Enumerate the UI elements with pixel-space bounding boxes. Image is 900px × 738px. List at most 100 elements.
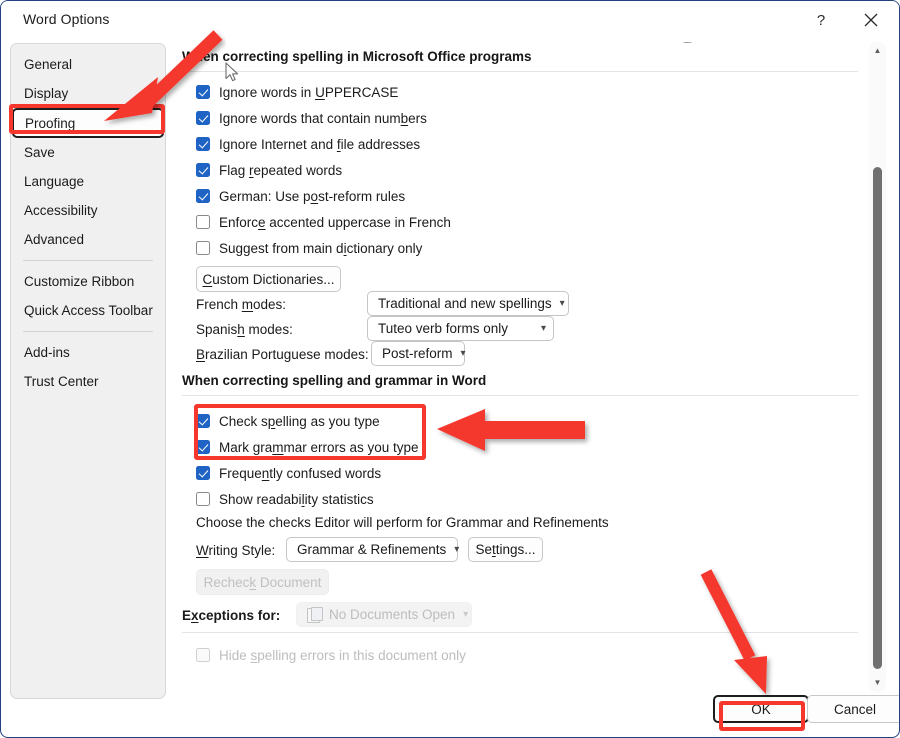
sidebar-item-label: Proofing — [25, 115, 76, 131]
sidebar-item-label: Save — [24, 145, 55, 160]
office-section-heading: When correcting spelling in Microsoft Of… — [182, 49, 532, 64]
sidebar-item-label: Customize Ribbon — [24, 274, 135, 289]
checkbox-indicator[interactable] — [196, 466, 210, 480]
sidebar-item-save[interactable]: Save — [11, 138, 165, 167]
sidebar-item-label: Trust Center — [24, 374, 99, 389]
checkbox-indicator[interactable] — [196, 215, 210, 229]
checkbox-label: Ignore words in UPPERCASE — [219, 84, 399, 100]
editor-checks-description: Choose the checks Editor will perform fo… — [196, 515, 609, 530]
checkbox-label: Mark grammar errors as you type — [219, 439, 419, 455]
sidebar-item-label: Add-ins — [24, 345, 70, 360]
checkbox-indicator[interactable] — [196, 492, 210, 506]
checkbox-hide-grammar-errors[interactable]: Hide grammar errors in this document onl… — [196, 671, 474, 673]
checkbox-indicator[interactable] — [196, 137, 210, 151]
checkbox-ignore-internet-addresses[interactable]: Ignore Internet and file addresses — [196, 134, 420, 154]
button-label: Cancel — [833, 701, 877, 717]
sidebar-item-label: Quick Access Toolbar — [24, 303, 153, 318]
checkbox-show-readability-statistics[interactable]: Show readability statistics — [196, 489, 374, 509]
page-title: Word Options — [23, 11, 110, 27]
checkbox-label: Suggest from main dictionary only — [219, 240, 423, 256]
sidebar-item-label: Language — [24, 174, 85, 189]
section-divider — [182, 71, 858, 72]
title-bar: Word Options ? — [1, 1, 899, 37]
help-button[interactable]: ? — [803, 5, 839, 35]
close-icon — [864, 13, 878, 27]
sidebar-item-proofing[interactable]: Proofing — [12, 108, 164, 138]
sidebar-item-trust-center[interactable]: Trust Center — [11, 367, 165, 396]
exceptions-for-label: Exceptions for: — [182, 608, 281, 623]
section-divider — [182, 632, 858, 633]
french-modes-label: French modes: — [196, 297, 287, 312]
checkbox-indicator[interactable] — [196, 648, 210, 662]
sidebar-item-customize-ribbon[interactable]: Customize Ribbon — [11, 267, 165, 296]
sidebar-item-label: Advanced — [24, 232, 85, 247]
button-label: OK — [751, 701, 771, 717]
spanish-modes-select[interactable]: Tuteo verb forms only ▾ — [367, 316, 554, 341]
close-button[interactable] — [853, 5, 889, 35]
checkbox-indicator[interactable] — [196, 189, 210, 203]
checkbox-label: Frequently confused words — [219, 465, 382, 481]
sidebar-item-label: General — [24, 57, 73, 72]
checkbox-suggest-main-dictionary-only[interactable]: Suggest from main dictionary only — [196, 238, 422, 258]
sidebar-item-label: Accessibility — [24, 203, 98, 218]
checkbox-frequently-confused-words[interactable]: Frequently confused words — [196, 463, 381, 483]
checkbox-ignore-words-with-numbers[interactable]: Ignore words that contain numbers — [196, 108, 427, 128]
word-options-dialog: Word Options ? groovyPost.com General Di… — [0, 0, 900, 738]
grammar-settings-button[interactable]: Settings... — [468, 537, 543, 562]
recheck-document-button[interactable]: Recheck Document — [196, 569, 329, 595]
writing-style-select[interactable]: Grammar & Refinements ▾ — [286, 537, 460, 562]
button-label: Custom Dictionaries... — [202, 271, 335, 287]
sidebar-item-accessibility[interactable]: Accessibility — [11, 196, 165, 225]
checkbox-label: Flag repeated words — [219, 162, 343, 178]
checkbox-german-post-reform[interactable]: German: Use post-reform rules — [196, 186, 405, 206]
checkbox-indicator[interactable] — [196, 111, 210, 125]
checkbox-ignore-uppercase[interactable]: Ignore words in UPPERCASE — [196, 82, 398, 102]
word-document-icon — [307, 607, 323, 623]
chevron-down-icon: ▾ — [454, 543, 460, 555]
checkbox-indicator[interactable] — [196, 414, 210, 428]
checkbox-enforce-accented-uppercase[interactable]: Enforce accented uppercase in French — [196, 212, 451, 232]
ok-button[interactable]: OK — [713, 695, 809, 723]
checkbox-label: Enforce accented uppercase in French — [219, 214, 451, 230]
help-icon: ? — [816, 11, 826, 29]
exceptions-document-select[interactable]: No Documents Open ▾ — [296, 602, 472, 627]
checkbox-label: Hide spelling errors in this document on… — [219, 647, 466, 663]
checkbox-check-spelling-as-you-type[interactable]: Check spelling as you type — [196, 411, 380, 431]
spanish-modes-value: Tuteo verb forms only — [378, 321, 509, 336]
checkbox-indicator[interactable] — [196, 241, 210, 255]
sidebar-item-quick-access-toolbar[interactable]: Quick Access Toolbar — [11, 296, 165, 325]
sidebar-item-advanced[interactable]: Advanced — [11, 225, 165, 254]
scrollbar-thumb[interactable] — [873, 167, 882, 669]
options-sidebar: General Display Proofing Save Language A… — [10, 43, 166, 699]
sidebar-item-general[interactable]: General — [11, 50, 165, 79]
brazilian-portuguese-modes-label: Brazilian Portuguese modes: — [196, 347, 369, 362]
sidebar-item-add-ins[interactable]: Add-ins — [11, 338, 165, 367]
chevron-down-icon: ▾ — [540, 322, 546, 334]
word-section-heading: When correcting spelling and grammar in … — [182, 373, 487, 388]
checkbox-flag-repeated-words[interactable]: Flag repeated words — [196, 160, 342, 180]
checkbox-label: Ignore words that contain numbers — [219, 110, 427, 126]
custom-dictionaries-button[interactable]: Custom Dictionaries... — [196, 266, 341, 292]
checkbox-indicator[interactable] — [196, 163, 210, 177]
checkbox-mark-grammar-errors-as-you-type[interactable]: Mark grammar errors as you type — [196, 437, 419, 457]
sidebar-item-language[interactable]: Language — [11, 167, 165, 196]
sidebar-divider — [23, 331, 153, 332]
content-scrollbar[interactable]: ▲ ▼ — [869, 41, 886, 693]
french-modes-select[interactable]: Traditional and new spellings ▾ — [367, 291, 569, 316]
sidebar-item-display[interactable]: Display — [11, 79, 165, 108]
french-modes-value: Traditional and new spellings — [378, 296, 552, 311]
scroll-up-arrow-icon[interactable]: ▲ — [869, 43, 886, 59]
button-label: Recheck Document — [203, 574, 322, 590]
scroll-down-arrow-icon[interactable]: ▼ — [869, 675, 886, 691]
section-divider — [182, 395, 858, 396]
checkbox-hide-spelling-errors[interactable]: Hide spelling errors in this document on… — [196, 645, 466, 665]
cancel-button[interactable]: Cancel — [807, 695, 899, 723]
spanish-modes-label: Spanish modes: — [196, 322, 293, 337]
checkbox-indicator[interactable] — [196, 85, 210, 99]
checkbox-label: Ignore Internet and file addresses — [219, 136, 421, 152]
brazilian-portuguese-modes-select[interactable]: Post-reform ▾ — [371, 341, 466, 366]
writing-style-value: Grammar & Refinements — [297, 542, 447, 557]
chevron-down-icon: ▾ — [463, 608, 469, 620]
writing-style-label: Writing Style: — [196, 543, 276, 558]
checkbox-indicator[interactable] — [196, 440, 210, 454]
